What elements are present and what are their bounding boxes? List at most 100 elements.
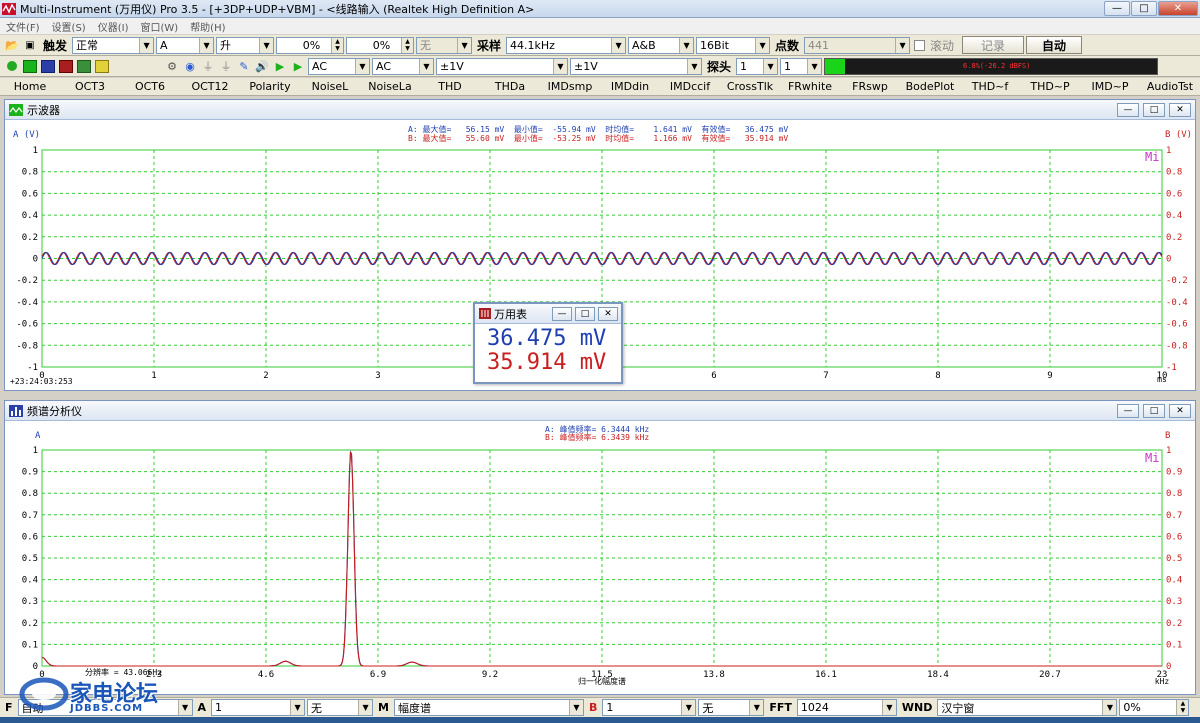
tab-noisel[interactable]: NoiseL — [300, 78, 360, 95]
y-tick-label-left: 1 — [33, 146, 38, 156]
a-weight-select[interactable]: 无 ▼ — [307, 699, 374, 716]
panel-minimize-button[interactable]: — — [1117, 404, 1139, 418]
tab-crosstlk[interactable]: CrossTlk — [720, 78, 780, 95]
coupling-b-select[interactable]: AC ▼ — [372, 57, 434, 75]
menu-instrument[interactable]: 仪器(I) — [98, 19, 129, 34]
probe-a-select[interactable]: 1 ▼ — [736, 57, 779, 75]
scroll-checkbox[interactable] — [914, 39, 926, 51]
auto-button[interactable]: 自动 — [1026, 36, 1083, 54]
trigger-channel-select[interactable]: A ▼ — [156, 36, 215, 54]
tab-oct3[interactable]: OCT3 — [60, 78, 120, 95]
overlap-value: 0% — [1123, 701, 1141, 714]
pretrigger-stepper[interactable]: 0% ▲ ▼ — [346, 36, 415, 54]
menu-settings[interactable]: 设置(S) — [52, 19, 86, 34]
multimeter-icon[interactable] — [58, 58, 74, 74]
chevron-down-icon: ▼ — [881, 700, 896, 715]
play-a-icon[interactable]: ▶ — [272, 58, 288, 74]
spectrum-plot[interactable]: 1 1 0.9 0.9 0.8 0.8 0.7 0.7 0.6 0.6 0.5 0.5 0.4 0.4 0.… — [5, 422, 1195, 695]
panel-minimize-button[interactable]: — — [1117, 103, 1139, 117]
panel-maximize-button[interactable]: □ — [1143, 103, 1165, 117]
tab-thd[interactable]: THD — [420, 78, 480, 95]
y-tick-label-left: 0.1 — [22, 640, 38, 650]
sample-rate-select[interactable]: 44.1kHz ▼ — [506, 36, 627, 54]
range-b-select[interactable]: ±1V ▼ — [570, 57, 702, 75]
b-scale-select[interactable]: 1 ▼ — [602, 699, 697, 716]
calibrate-icon[interactable]: ◉ — [182, 58, 198, 74]
trigger-edge-value: 升 — [220, 39, 232, 52]
tab-thd-f[interactable]: THD~f — [960, 78, 1020, 95]
points-select[interactable]: 441 ▼ — [804, 36, 911, 54]
coupling-a-select[interactable]: AC ▼ — [308, 57, 370, 75]
axis-label-right: B (V) — [1165, 130, 1192, 140]
x-unit-label: ms — [1157, 375, 1167, 384]
spectrum-icon[interactable] — [40, 58, 56, 74]
probe-b-select[interactable]: 1 ▼ — [780, 57, 823, 75]
panel-maximize-button[interactable]: □ — [1143, 404, 1165, 418]
tab-thda[interactable]: THDa — [480, 78, 540, 95]
meter-maximize-button[interactable]: □ — [575, 307, 595, 321]
trigger-channel-value: A — [160, 38, 168, 52]
panel-close-button[interactable]: ✕ — [1169, 103, 1191, 117]
tab-imd-p[interactable]: IMD~P — [1080, 78, 1140, 95]
meter-minimize-button[interactable]: — — [552, 307, 572, 321]
chevron-down-icon: ▼ — [139, 37, 154, 53]
play-b-icon[interactable]: ▶ — [290, 58, 306, 74]
window-function-select[interactable]: 汉宁窗 ▼ — [937, 699, 1118, 716]
app-icon — [2, 2, 16, 15]
save-icon[interactable]: ▣ — [22, 37, 38, 53]
delay-select[interactable]: 无 ▼ — [416, 36, 473, 54]
fft-size-select[interactable]: 1024 ▼ — [796, 699, 897, 716]
b-weight-select[interactable]: 无 ▼ — [698, 699, 765, 716]
m-mode-select[interactable]: 幅度谱 ▼ — [393, 699, 584, 716]
settings-icon[interactable]: ⚙ — [164, 58, 180, 74]
tab-audiotst[interactable]: AudioTst — [1140, 78, 1200, 95]
trigger-level-stepper[interactable]: 0% ▲ ▼ — [276, 36, 345, 54]
menu-file[interactable]: 文件(F) — [6, 19, 40, 34]
overlap-stepper[interactable]: 0% ▲ ▼ — [1119, 699, 1190, 716]
run-icon[interactable] — [4, 58, 20, 74]
bits-select[interactable]: 16Bit ▼ — [696, 36, 771, 54]
a-weight-value: 无 — [311, 701, 323, 715]
record-button[interactable]: 记录 — [962, 36, 1025, 54]
oscilloscope-icon[interactable] — [22, 58, 38, 74]
tab-imddin[interactable]: IMDdin — [600, 78, 660, 95]
tab-frwhite[interactable]: FRwhite — [780, 78, 840, 95]
tab-oct12[interactable]: OCT12 — [180, 78, 240, 95]
channels-select[interactable]: A&B ▼ — [628, 36, 695, 54]
tab-noisela[interactable]: NoiseLa — [360, 78, 420, 95]
ground-b-icon[interactable]: ⏚ — [218, 58, 234, 74]
axis-label-left: A (V) — [13, 130, 40, 140]
tab-imdsmp[interactable]: IMDsmp — [540, 78, 600, 95]
tools-icon[interactable]: ✎ — [236, 58, 252, 74]
tab-imdccif[interactable]: IMDccif — [660, 78, 720, 95]
range-a-select[interactable]: ±1V ▼ — [436, 57, 568, 75]
spin-icon[interactable]: ▲ ▼ — [401, 37, 414, 53]
spin-icon[interactable]: ▲ ▼ — [331, 37, 344, 53]
speaker-icon[interactable]: 🔊 — [254, 58, 270, 74]
tab-bodeplot[interactable]: BodePlot — [900, 78, 960, 95]
tab-polarity[interactable]: Polarity — [240, 78, 300, 95]
tab-oct6[interactable]: OCT6 — [120, 78, 180, 95]
minimize-button[interactable]: — — [1104, 1, 1130, 16]
generator-icon[interactable] — [76, 58, 92, 74]
close-button[interactable]: ✕ — [1158, 1, 1198, 16]
watermark-subtext: JDBBS.COM — [70, 703, 144, 714]
multimeter-window[interactable]: 万用表 — □ ✕ 36.475 mV 35.914 mV — [473, 302, 623, 384]
open-folder-icon[interactable]: 📂 — [4, 37, 20, 53]
meter-close-button[interactable]: ✕ — [598, 307, 618, 321]
spin-icon[interactable]: ▲ ▼ — [1176, 700, 1189, 715]
tab-home[interactable]: Home — [0, 78, 60, 95]
lissajous-icon[interactable] — [94, 58, 110, 74]
panel-close-button[interactable]: ✕ — [1169, 404, 1191, 418]
a-scale-select[interactable]: 1 ▼ — [211, 699, 306, 716]
tab-frswp[interactable]: FRswp — [840, 78, 900, 95]
menu-help[interactable]: 帮助(H) — [190, 19, 225, 34]
ground-a-icon[interactable]: ⏚ — [200, 58, 216, 74]
menu-window[interactable]: 窗口(W) — [140, 19, 178, 34]
trigger-edge-select[interactable]: 升 ▼ — [216, 36, 275, 54]
y-tick-label-right: 0.8 — [1166, 168, 1182, 178]
trigger-mode-select[interactable]: 正常 ▼ — [72, 36, 155, 54]
maximize-button[interactable]: □ — [1131, 1, 1157, 16]
tab-thd-p[interactable]: THD~P — [1020, 78, 1080, 95]
y-tick-label-left: -0.4 — [16, 298, 38, 308]
